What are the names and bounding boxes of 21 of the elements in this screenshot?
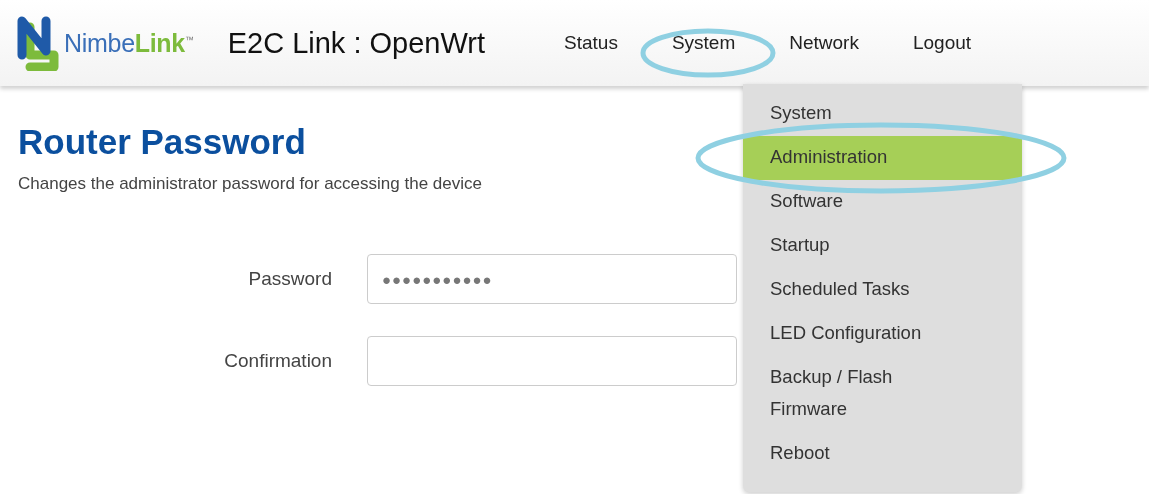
input-field[interactable]: ●●●●●●●●●●●: [367, 254, 737, 304]
brand-name: NimbeLink$^{™}$: [64, 28, 194, 58]
menu-item[interactable]: LED Configuration: [743, 312, 1022, 356]
menu-item[interactable]: Scheduled Tasks: [743, 268, 1022, 312]
menu-item[interactable]: Backup / Flash Firmware: [743, 356, 1022, 432]
field-label: Password: [247, 268, 332, 290]
menu-item[interactable]: Software: [743, 180, 1022, 224]
logo-icon: [16, 15, 60, 71]
menu-item[interactable]: Administration: [743, 136, 1022, 180]
menu-item[interactable]: Startup: [743, 224, 1022, 268]
page-description: Changes the administrator password for accessing the device: [18, 174, 483, 194]
nav-link[interactable]: System: [644, 24, 763, 61]
input-field[interactable]: [367, 336, 737, 386]
menu-item[interactable]: System: [743, 92, 1022, 136]
nav-link[interactable]: Network: [762, 24, 886, 61]
window-title: E2C Link : OpenWrt: [227, 26, 485, 60]
menu-item[interactable]: Reboot: [743, 432, 1022, 476]
nav-link[interactable]: Logout: [885, 24, 999, 61]
nav-link[interactable]: Status: [537, 24, 645, 61]
field-label: Confirmation: [223, 350, 332, 372]
page-heading: Router Password: [18, 122, 306, 162]
